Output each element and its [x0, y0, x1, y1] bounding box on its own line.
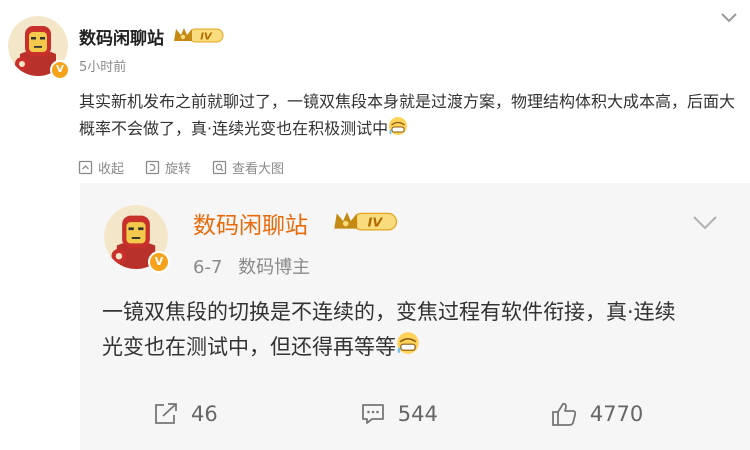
collapse-label: 收起 [98, 162, 125, 177]
chevron-down-icon[interactable] [720, 12, 738, 24]
share-icon [155, 403, 177, 424]
zoom-icon [212, 160, 227, 175]
repost-vip-badge[interactable]: IV [333, 209, 399, 237]
repost-author-avatar[interactable]: V [104, 205, 170, 273]
vip-crown-icon: IV [334, 212, 398, 231]
verified-v-icon: V [50, 60, 70, 80]
repost-date: 6-7 [193, 257, 223, 278]
repost-card[interactable]: V 数码闲聊站 IV 6-7 数码博主 一镜双焦段的切换是不连续的，变焦过程有软… [80, 183, 750, 450]
view-large-label: 查看大图 [232, 162, 285, 177]
repost-text-body: 一镜双焦段的切换是不连续的，变焦过程有软件衔接，真·连续光变也在测试中，但还得再… [102, 300, 676, 359]
rotate-label: 旋转 [165, 162, 192, 177]
like-count: 4770 [589, 402, 644, 426]
rotate-icon [145, 160, 160, 175]
like-button[interactable]: 4770 [550, 401, 643, 427]
view-large-button[interactable]: 查看大图 [212, 158, 284, 177]
comment-button[interactable]: 544 [360, 402, 438, 426]
weibo-post: V 数码闲聊站 IV 5小时前 其实新机发布之前就聊过了，一镜双焦段本身就是过渡… [0, 0, 750, 450]
image-actions: 收起 旋转 查看大图 [78, 158, 284, 177]
vip-badge[interactable]: IV [173, 26, 225, 48]
collapse-icon [78, 160, 93, 175]
repost-source: 数码博主 [238, 257, 311, 278]
collapse-button[interactable]: 收起 [78, 158, 124, 177]
verified-v-icon: V [148, 251, 170, 273]
share-count: 46 [191, 402, 218, 426]
svg-text:IV: IV [368, 215, 384, 230]
post-text: 其实新机发布之前就聊过了，一镜双焦段本身就是过渡方案，物理结构体积大成本高，后面… [79, 88, 739, 144]
post-time: 5小时前 [79, 60, 127, 75]
repost-chevron-down-icon[interactable] [692, 215, 718, 231]
repost-author-name[interactable]: 数码闲聊站 [193, 206, 308, 240]
rotate-button[interactable]: 旋转 [145, 158, 191, 177]
grin-emoji-icon [396, 331, 420, 366]
vip-crown-icon: IV [174, 28, 224, 43]
share-button[interactable]: 46 [153, 402, 218, 426]
grin-emoji-icon [388, 116, 408, 144]
comment-count: 544 [397, 402, 438, 426]
comment-icon [361, 404, 384, 424]
like-icon [551, 402, 576, 426]
author-avatar[interactable]: V [8, 16, 70, 80]
repost-stats: 46 544 4770 [153, 401, 643, 427]
svg-text:IV: IV [200, 32, 213, 43]
repost-text: 一镜双焦段的切换是不连续的，变焦过程有软件衔接，真·连续光变也在测试中，但还得再… [102, 295, 692, 366]
author-name[interactable]: 数码闲聊站 [79, 24, 164, 49]
repost-meta: 6-7 数码博主 [193, 253, 310, 279]
